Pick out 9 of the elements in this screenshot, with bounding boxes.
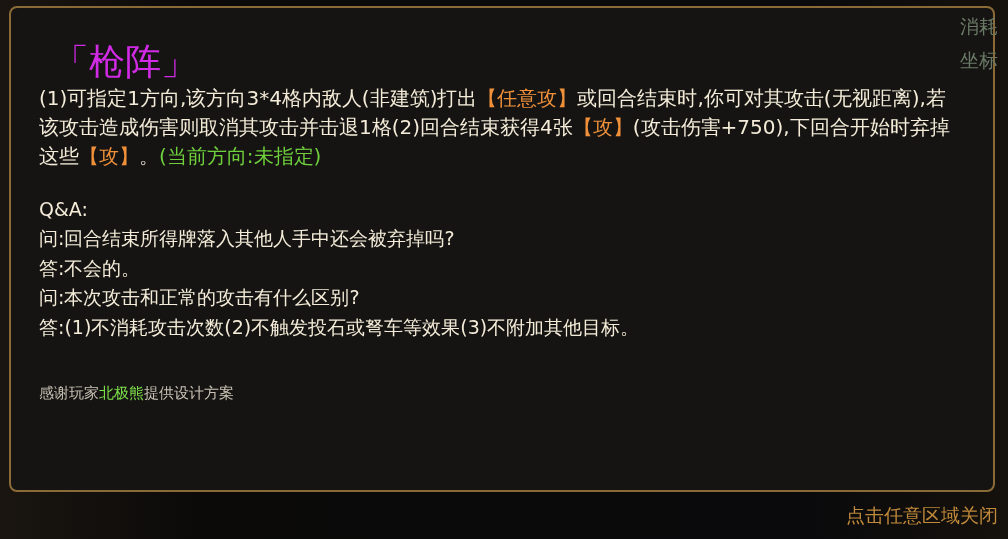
credit-text: 感谢玩家北极熊提供设计方案: [39, 383, 235, 405]
skill-title: 「枪阵」: [53, 42, 198, 82]
qa-line: 问:回合结束所得牌落入其他人手中还会被弃掉吗?: [39, 226, 456, 252]
qa-heading: Q&A:: [39, 196, 89, 222]
qa-line: 答:(1)不消耗攻击次数(2)不触发投石或弩车等效果(3)不附加其他目标。: [39, 314, 641, 340]
qa-line: 问:本次攻击和正常的攻击有什么区别?: [39, 285, 361, 311]
skill-description: (1)可指定1方向,该方向3*4格内敌人(非建筑)打出【任意攻】或回合结束时,你可对其攻击(无视距离),若该攻击造成伤害则取消其攻击并击退1格(2)回合结束获得4张【攻】(攻击伤害+750),下回合开始时弃掉这些【攻】。(当前方向:未指定): [39, 84, 951, 170]
qa-line: 答:不会的。: [39, 255, 142, 281]
close-hint[interactable]: 点击任意区域关闭: [846, 500, 998, 529]
